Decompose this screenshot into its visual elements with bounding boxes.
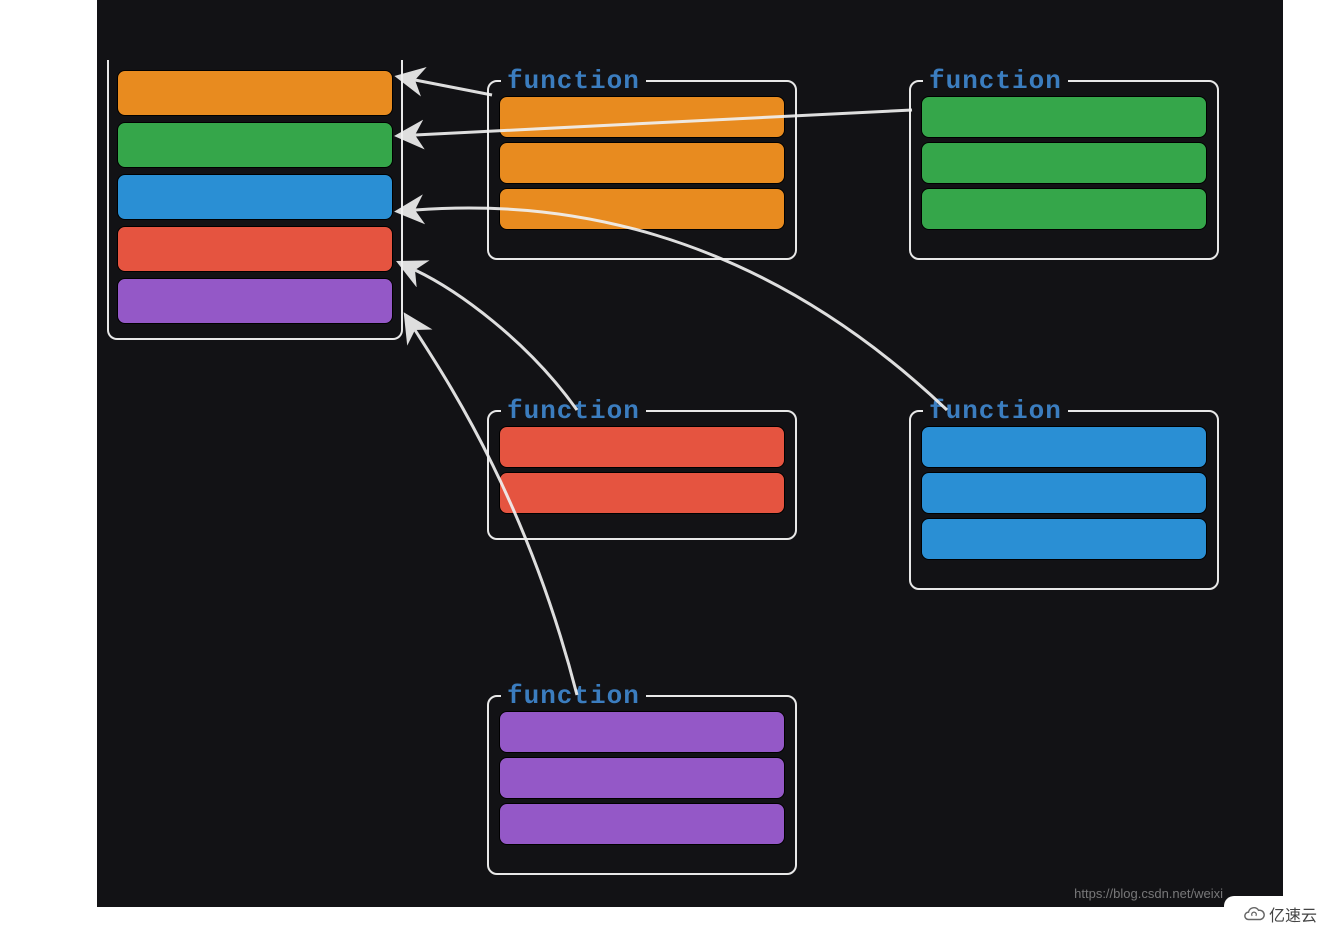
function-bar bbox=[499, 472, 785, 514]
stack-bar-red bbox=[117, 226, 393, 272]
function-bar bbox=[499, 803, 785, 845]
function-bar bbox=[921, 472, 1207, 514]
arrow-fn-orange bbox=[415, 80, 492, 95]
stack-bar-orange bbox=[117, 70, 393, 116]
diagram-canvas: functionfunctionfunctionfunctionfunction… bbox=[97, 0, 1283, 907]
function-bar bbox=[499, 96, 785, 138]
function-bar bbox=[921, 188, 1207, 230]
function-bar bbox=[499, 711, 785, 753]
function-bar bbox=[499, 142, 785, 184]
function-label: function bbox=[501, 66, 646, 96]
function-label: function bbox=[923, 66, 1068, 96]
collector-stack bbox=[107, 60, 403, 340]
function-bar bbox=[921, 142, 1207, 184]
function-bar bbox=[499, 188, 785, 230]
function-label: function bbox=[501, 681, 646, 711]
function-box-green: function bbox=[909, 80, 1219, 260]
logo-badge: 亿速云 bbox=[1224, 896, 1336, 932]
function-box-red: function bbox=[487, 410, 797, 540]
function-bar bbox=[499, 757, 785, 799]
watermark-text: https://blog.csdn.net/weixi bbox=[1074, 886, 1223, 901]
stack-bar-purple bbox=[117, 278, 393, 324]
function-bar bbox=[921, 426, 1207, 468]
cloud-icon bbox=[1243, 903, 1265, 925]
function-label: function bbox=[501, 396, 646, 426]
function-label: function bbox=[923, 396, 1068, 426]
function-bar bbox=[499, 426, 785, 468]
arrow-fn-red bbox=[415, 270, 577, 410]
function-box-purple: function bbox=[487, 695, 797, 875]
function-bar bbox=[921, 518, 1207, 560]
function-bar bbox=[921, 96, 1207, 138]
stack-bar-green bbox=[117, 122, 393, 168]
function-box-orange: function bbox=[487, 80, 797, 260]
stack-bar-blue bbox=[117, 174, 393, 220]
logo-text: 亿速云 bbox=[1269, 902, 1317, 926]
function-box-blue: function bbox=[909, 410, 1219, 590]
